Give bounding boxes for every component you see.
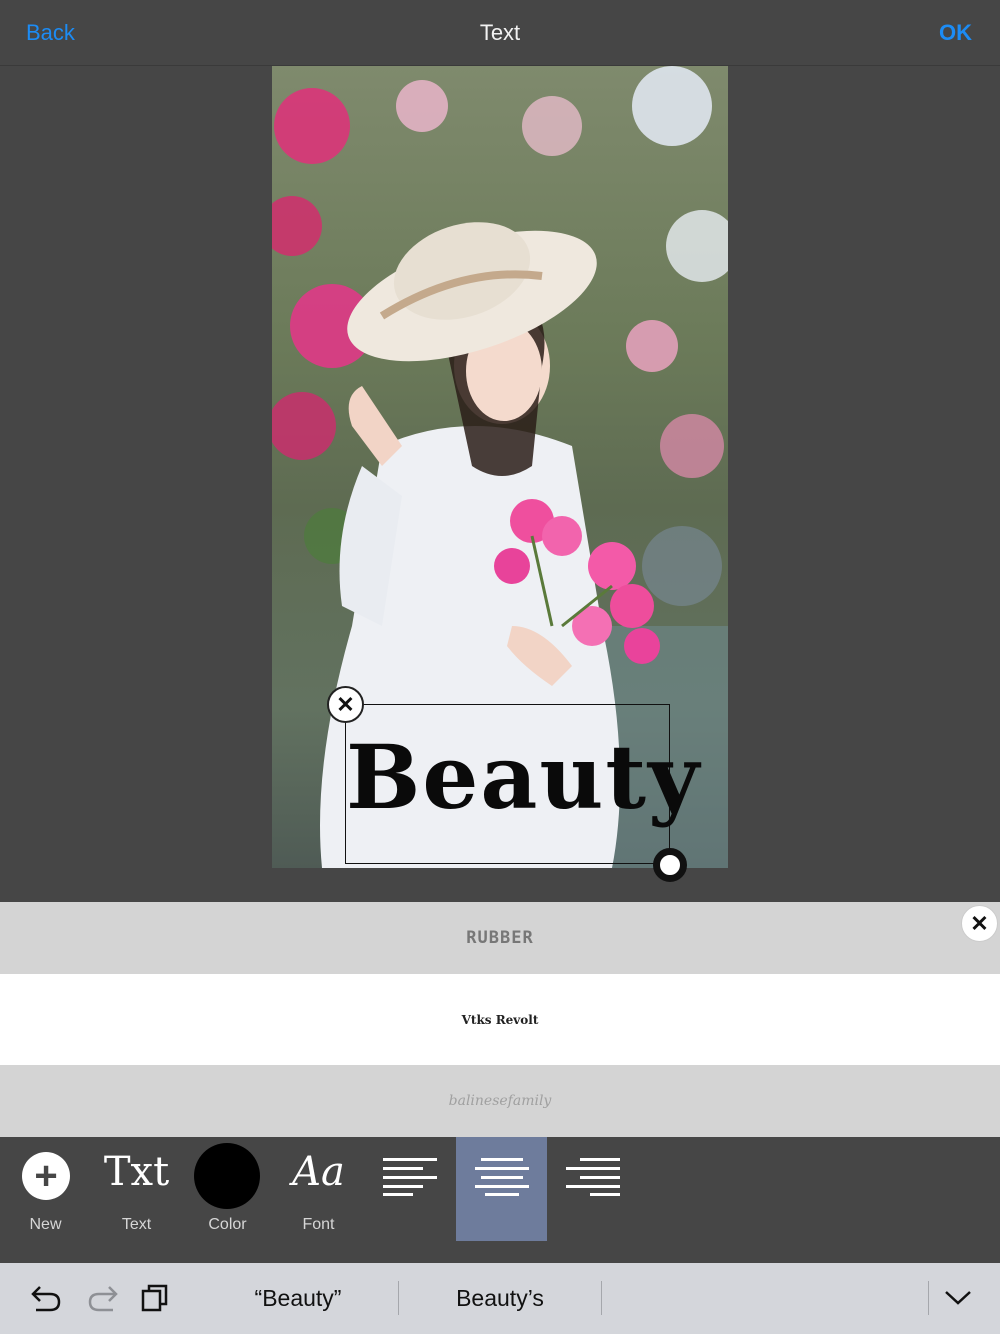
paste-icon[interactable]	[141, 1283, 169, 1318]
plus-circle-icon: +	[22, 1152, 70, 1200]
resize-handle[interactable]	[653, 848, 687, 882]
divider	[398, 1281, 399, 1315]
undo-icon[interactable]	[30, 1283, 62, 1318]
tool-label: Text	[121, 1216, 152, 1233]
suggestion-quoted[interactable]: “Beauty”	[198, 1263, 398, 1334]
overlay-text[interactable]: Beauty	[346, 725, 699, 829]
font-item-label: Vtks Revolt	[461, 1012, 539, 1027]
editor-canvas: Beauty ✕	[0, 66, 1000, 902]
align-right-icon	[566, 1158, 620, 1196]
align-left-icon	[383, 1158, 437, 1196]
divider	[601, 1281, 602, 1315]
keyboard-suggestion-bar: “Beauty” Beauty’s	[0, 1263, 1000, 1334]
redo-icon[interactable]	[87, 1283, 119, 1318]
navigation-bar: Back Text OK	[0, 0, 1000, 66]
page-title: Text	[479, 20, 521, 45]
close-font-list-button[interactable]: ✕	[961, 905, 998, 942]
tool-label: New	[29, 1216, 62, 1233]
suggestion-possessive[interactable]: Beauty’s	[400, 1263, 600, 1334]
text-overlay-box[interactable]: Beauty	[345, 704, 699, 864]
tool-label: Color	[208, 1216, 247, 1233]
chevron-down-icon[interactable]	[944, 1287, 972, 1312]
delete-text-button[interactable]: ✕	[327, 686, 364, 723]
font-list: RUBBER Vtks Revolt balinesefamily	[0, 902, 1000, 1137]
font-item-rubber[interactable]: RUBBER	[0, 902, 1000, 974]
font-button[interactable]: Aa Font	[273, 1137, 364, 1241]
font-item-label: balinesefamily	[448, 1093, 552, 1109]
tool-label: Font	[302, 1216, 335, 1233]
divider	[928, 1281, 929, 1315]
txt-icon: Txt	[103, 1149, 170, 1195]
font-item-vtks-revolt[interactable]: Vtks Revolt	[0, 974, 1000, 1065]
font-icon: Aa	[292, 1149, 345, 1195]
align-center-button[interactable]	[456, 1137, 547, 1241]
new-text-button[interactable]: + New	[0, 1137, 91, 1241]
ok-button[interactable]: OK	[939, 20, 972, 46]
font-item-balinesefamily[interactable]: balinesefamily	[0, 1065, 1000, 1137]
align-right-button[interactable]	[547, 1137, 638, 1241]
close-icon: ✕	[336, 691, 355, 717]
color-button[interactable]: Color	[182, 1137, 273, 1241]
font-item-label: RUBBER	[466, 928, 534, 948]
align-center-icon	[475, 1158, 529, 1196]
color-swatch-icon	[194, 1143, 260, 1209]
tool-bar: + New Txt Text Color Aa Font	[0, 1137, 1000, 1263]
align-left-button[interactable]	[364, 1137, 455, 1241]
close-icon: ✕	[970, 910, 989, 936]
edit-text-button[interactable]: Txt Text	[91, 1137, 182, 1241]
